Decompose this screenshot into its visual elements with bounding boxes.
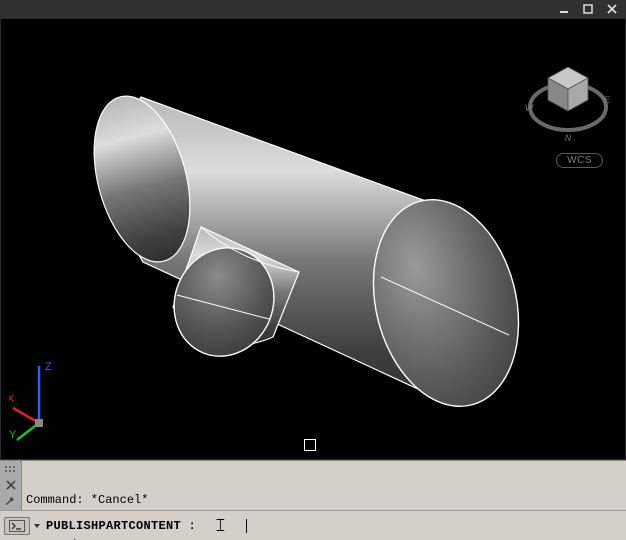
command-line-icon[interactable] (4, 517, 30, 535)
close-button[interactable] (606, 3, 618, 15)
drawing-viewport[interactable]: N W E WCS Z X Y (0, 18, 626, 460)
command-panel-gutter (0, 461, 22, 510)
svg-text:Y: Y (9, 429, 17, 441)
viewcube[interactable]: N W E (523, 51, 613, 141)
command-input[interactable] (204, 517, 626, 535)
minimize-button[interactable] (558, 3, 570, 15)
title-bar (0, 0, 626, 18)
drag-grip-icon[interactable] (4, 463, 18, 475)
command-history[interactable]: Command: *Cancel* Command: PUBLISHPARTCO… (22, 461, 626, 510)
command-history-panel: Command: *Cancel* Command: PUBLISHPARTCO… (0, 460, 626, 510)
svg-text:X: X (9, 393, 15, 405)
model-view (61, 47, 561, 447)
close-panel-icon[interactable] (4, 479, 18, 491)
command-recent-dropdown[interactable] (32, 517, 42, 535)
command-prompt: PUBLISHPARTCONTENT : (46, 519, 196, 533)
svg-text:Z: Z (45, 361, 52, 373)
axis-triad: Z X Y (9, 358, 79, 443)
svg-text:W: W (525, 103, 535, 113)
wcs-badge[interactable]: WCS (556, 153, 603, 168)
cursor-pickbox (304, 439, 316, 451)
svg-text:E: E (604, 95, 611, 105)
restore-button[interactable] (582, 3, 594, 15)
wrench-icon[interactable] (4, 495, 18, 507)
command-history-line: Command: *Cancel* (26, 493, 622, 508)
svg-text:N: N (565, 133, 572, 141)
